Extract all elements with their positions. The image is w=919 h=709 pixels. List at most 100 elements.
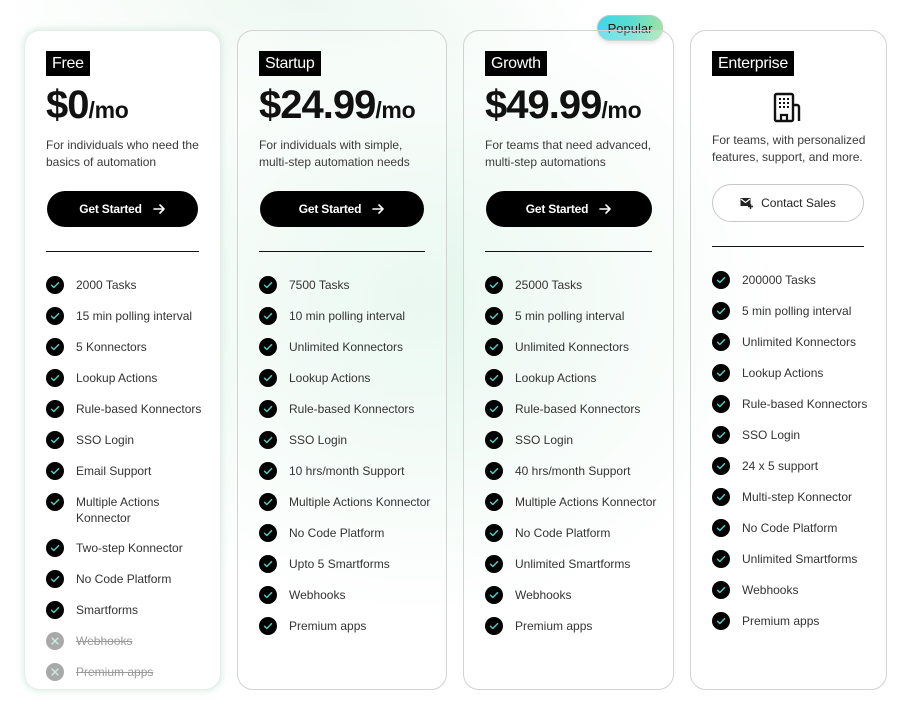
feature-item: SSO Login xyxy=(259,431,439,449)
check-circle-icon xyxy=(485,369,503,387)
plan-description: For teams that need advanced, multi-step… xyxy=(485,138,652,169)
feature-item: 10 min polling interval xyxy=(259,307,439,325)
feature-label: Unlimited Smartforms xyxy=(515,557,631,571)
feature-list: 7500 Tasks 10 min polling interval Unlimit… xyxy=(259,276,439,649)
feature-item: Smartforms xyxy=(46,601,216,619)
cta-label: Get Started xyxy=(298,202,362,216)
get-started-button[interactable]: Get Started xyxy=(260,191,424,227)
check-circle-icon xyxy=(46,601,64,619)
feature-item: No Code Platform xyxy=(259,524,439,542)
feature-label: Lookup Actions xyxy=(742,366,824,380)
feature-item: Two-step Konnector xyxy=(46,539,216,557)
feature-label: Premium apps xyxy=(76,665,154,679)
feature-label: No Code Platform xyxy=(76,572,172,586)
feature-label: Lookup Actions xyxy=(76,371,158,385)
feature-label: Multi-step Konnector xyxy=(742,490,853,504)
feature-item: Lookup Actions xyxy=(712,364,884,382)
check-circle-icon xyxy=(712,302,730,320)
feature-item: 15 min polling interval xyxy=(46,307,216,325)
plan-name: Enterprise xyxy=(712,51,794,76)
feature-label: 40 hrs/month Support xyxy=(515,464,631,478)
check-circle-icon xyxy=(712,426,730,444)
feature-item: Upto 5 Smartforms xyxy=(259,555,439,573)
feature-item: 2000 Tasks xyxy=(46,276,216,294)
plan-price: $0/mo xyxy=(46,83,129,128)
check-circle-icon xyxy=(259,307,277,325)
feature-label: Upto 5 Smartforms xyxy=(289,557,390,571)
feature-label: No Code Platform xyxy=(289,526,385,540)
check-circle-icon xyxy=(46,369,64,387)
plan-card-enterprise: Enterprise For teams, with personalized … xyxy=(690,30,887,690)
plan-description: For individuals who need the basics of a… xyxy=(46,138,199,169)
plan-card-growth: Growth $49.99/mo For teams that need adv… xyxy=(463,30,674,690)
feature-label: 7500 Tasks xyxy=(289,278,350,292)
feature-item: Multi-step Konnector xyxy=(712,488,884,506)
check-circle-icon xyxy=(485,493,503,511)
check-circle-icon xyxy=(46,462,64,480)
feature-label: SSO Login xyxy=(742,428,801,442)
arrow-right-icon xyxy=(599,204,612,214)
feature-item: SSO Login xyxy=(712,426,884,444)
feature-label: Premium apps xyxy=(289,619,367,633)
feature-item: 200000 Tasks xyxy=(712,271,884,289)
check-circle-icon xyxy=(46,307,64,325)
plan-card-startup: Startup $24.99/mo For individuals with s… xyxy=(237,30,447,690)
check-circle-icon xyxy=(485,524,503,542)
feature-label: Smartforms xyxy=(76,603,139,617)
contact-sales-button[interactable]: Contact Sales xyxy=(712,184,864,222)
feature-item: Unlimited Smartforms xyxy=(485,555,670,573)
feature-label: Two-step Konnector xyxy=(76,541,183,555)
feature-item: 25000 Tasks xyxy=(485,276,670,294)
divider xyxy=(259,251,425,252)
check-circle-icon xyxy=(46,431,64,449)
feature-label: Webhooks xyxy=(515,588,572,602)
feature-item: Webhooks xyxy=(46,632,216,650)
feature-label: 15 min polling interval xyxy=(76,309,193,323)
plan-price: $24.99/mo xyxy=(259,83,416,128)
check-circle-icon xyxy=(46,570,64,588)
feature-item: Webhooks xyxy=(485,586,670,604)
check-circle-icon xyxy=(46,338,64,356)
feature-label: 5 min polling interval xyxy=(515,309,625,323)
divider xyxy=(46,251,199,252)
check-circle-icon xyxy=(259,276,277,294)
feature-item: No Code Platform xyxy=(46,570,216,588)
check-circle-icon xyxy=(485,586,503,604)
feature-label: 5 Konnectors xyxy=(76,340,147,354)
plan-price: $49.99/mo xyxy=(485,83,642,128)
feature-item: Unlimited Konnectors xyxy=(485,338,670,356)
check-circle-icon xyxy=(485,617,503,635)
check-circle-icon xyxy=(46,539,64,557)
feature-label: Email Support xyxy=(76,464,152,478)
feature-item: Rule-based Konnectors xyxy=(259,400,439,418)
divider xyxy=(712,246,864,247)
feature-label: SSO Login xyxy=(76,433,135,447)
check-circle-icon xyxy=(46,400,64,418)
check-circle-icon xyxy=(712,519,730,537)
check-circle-icon xyxy=(259,555,277,573)
plan-card-free: Free $0/mo For individuals who need the … xyxy=(24,30,221,690)
get-started-button[interactable]: Get Started xyxy=(486,191,652,227)
feature-label: Premium apps xyxy=(515,619,593,633)
feature-item: SSO Login xyxy=(485,431,670,449)
price-amount: $0 xyxy=(46,83,89,127)
feature-item: Webhooks xyxy=(712,581,884,599)
feature-label: 25000 Tasks xyxy=(515,278,583,292)
feature-item: Multiple Actions Konnector xyxy=(46,493,216,526)
feature-label: No Code Platform xyxy=(515,526,611,540)
feature-item: Premium apps xyxy=(46,663,216,681)
check-circle-icon xyxy=(712,395,730,413)
feature-label: Unlimited Konnectors xyxy=(742,335,857,349)
check-circle-icon xyxy=(259,431,277,449)
feature-label: Lookup Actions xyxy=(289,371,371,385)
check-circle-icon xyxy=(712,364,730,382)
feature-item: 5 Konnectors xyxy=(46,338,216,356)
feature-label: Multiple Actions Konnector xyxy=(289,495,431,509)
feature-item: Rule-based Konnectors xyxy=(485,400,670,418)
get-started-button[interactable]: Get Started xyxy=(47,191,198,227)
feature-label: Rule-based Konnectors xyxy=(289,402,415,416)
feature-list: 2000 Tasks 15 min polling interval 5 Konne… xyxy=(46,276,216,695)
feature-label: Webhooks xyxy=(742,583,799,597)
feature-item: Unlimited Smartforms xyxy=(712,550,884,568)
plan-description: For individuals with simple, multi-step … xyxy=(259,138,410,169)
